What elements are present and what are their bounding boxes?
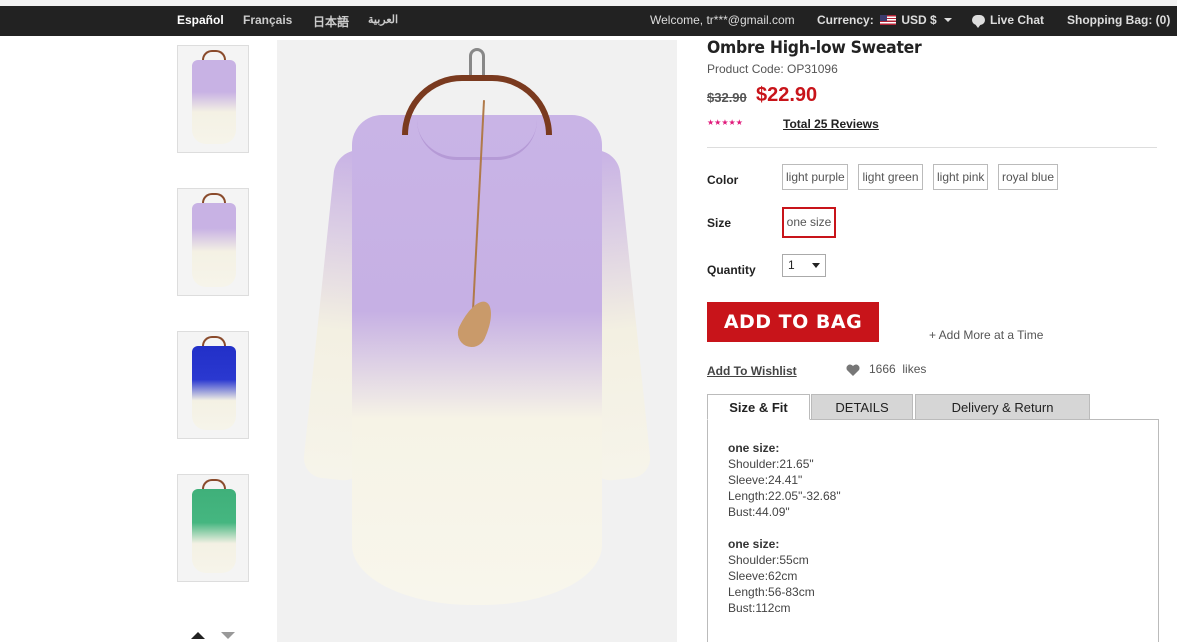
language-espanol[interactable]: Español bbox=[177, 13, 224, 27]
spec-line: Shoulder:55cm bbox=[728, 553, 809, 567]
thumbnail-1[interactable] bbox=[177, 45, 249, 153]
spec-line: Bust:112cm bbox=[728, 601, 791, 615]
rating-stars-icon: ★★★★★ bbox=[707, 118, 743, 127]
spec-line: Length:22.05"-32.68" bbox=[728, 489, 841, 503]
color-option-light-purple[interactable]: light purple bbox=[782, 164, 848, 190]
chevron-down-icon bbox=[944, 18, 953, 22]
tab-details[interactable]: DETAILS bbox=[811, 394, 913, 420]
language-japanese[interactable]: 日本語 bbox=[313, 13, 349, 30]
add-to-wishlist-link[interactable]: Add To Wishlist bbox=[707, 364, 797, 378]
us-flag-icon bbox=[880, 15, 897, 25]
hanger-icon bbox=[202, 336, 226, 346]
divider bbox=[707, 147, 1157, 148]
thumbnail-up-arrow-icon[interactable] bbox=[191, 632, 205, 639]
likes-number: 1666 bbox=[869, 362, 896, 376]
color-option-light-pink[interactable]: light pink bbox=[933, 164, 988, 190]
language-francais[interactable]: Français bbox=[243, 13, 292, 27]
sweater-body bbox=[352, 115, 602, 605]
tab-size-fit[interactable]: Size & Fit bbox=[707, 394, 810, 420]
size-spec-inches: one size: Shoulder:21.65" Sleeve:24.41" … bbox=[728, 440, 841, 520]
quantity-label: Quantity bbox=[707, 263, 756, 277]
spec-line: Shoulder:21.65" bbox=[728, 457, 814, 471]
spec-line: Length:56-83cm bbox=[728, 585, 815, 599]
spec-line: Sleeve:24.41" bbox=[728, 473, 803, 487]
shopping-bag-link[interactable]: Shopping Bag: (0) bbox=[1067, 13, 1170, 27]
sweater-image bbox=[192, 346, 236, 430]
chat-bubble-icon bbox=[972, 15, 985, 28]
total-reviews-link[interactable]: Total 25 Reviews bbox=[783, 117, 879, 131]
live-chat-link[interactable]: Live Chat bbox=[972, 13, 1045, 28]
language-arabic[interactable]: العربية bbox=[368, 13, 398, 26]
spec-line: Sleeve:62cm bbox=[728, 569, 798, 583]
thumbnail-down-arrow-icon[interactable] bbox=[221, 632, 235, 639]
hanger-hook bbox=[469, 48, 485, 78]
color-option-royal-blue[interactable]: royal blue bbox=[998, 164, 1058, 190]
sweater-image bbox=[192, 489, 236, 573]
hanger-icon bbox=[202, 193, 226, 203]
likes-label: likes bbox=[902, 362, 927, 376]
size-label: Size bbox=[707, 216, 732, 230]
currency-value: USD $ bbox=[901, 13, 937, 27]
currency-selector[interactable]: Currency: USD $ bbox=[817, 13, 953, 27]
product-code: Product Code: OP31096 bbox=[707, 62, 838, 76]
color-option-light-green[interactable]: light green bbox=[858, 164, 923, 190]
sweater-image bbox=[192, 203, 236, 287]
product-title: Ombre High-low Sweater bbox=[707, 38, 922, 58]
spec-heading: one size: bbox=[728, 441, 780, 455]
color-label: Color bbox=[707, 173, 739, 187]
spec-line: Bust:44.09" bbox=[728, 505, 790, 519]
sale-price: $22.90 bbox=[756, 84, 818, 106]
spec-heading: one size: bbox=[728, 537, 780, 551]
size-option-one-size[interactable]: one size bbox=[782, 207, 836, 238]
quantity-select[interactable]: 1 bbox=[782, 254, 826, 277]
add-to-bag-button[interactable]: ADD TO BAG bbox=[707, 302, 879, 342]
top-bar: Español Français 日本語 العربية Welcome, tr… bbox=[0, 0, 1177, 36]
main-product-image bbox=[277, 40, 677, 642]
thumbnail-2[interactable] bbox=[177, 188, 249, 296]
original-price: $32.90 bbox=[707, 90, 747, 105]
heart-icon[interactable] bbox=[846, 364, 860, 376]
add-more-at-a-time-link[interactable]: + Add More at a Time bbox=[929, 328, 1043, 342]
currency-label: Currency: bbox=[817, 13, 874, 27]
tab-delivery-return[interactable]: Delivery & Return bbox=[915, 394, 1090, 420]
likes-count: 1666 likes bbox=[869, 362, 926, 376]
hanger-icon bbox=[202, 50, 226, 60]
thumbnail-3[interactable] bbox=[177, 331, 249, 439]
dropdown-arrow-icon bbox=[812, 263, 820, 268]
live-chat-label: Live Chat bbox=[990, 13, 1045, 27]
welcome-text: Welcome, tr***@gmail.com bbox=[650, 13, 795, 27]
thumbnail-4[interactable] bbox=[177, 474, 249, 582]
hanger-icon bbox=[202, 479, 226, 489]
size-spec-cm: one size: Shoulder:55cm Sleeve:62cm Leng… bbox=[728, 536, 815, 616]
quantity-value: 1 bbox=[788, 258, 795, 272]
sweater-image bbox=[192, 60, 236, 144]
